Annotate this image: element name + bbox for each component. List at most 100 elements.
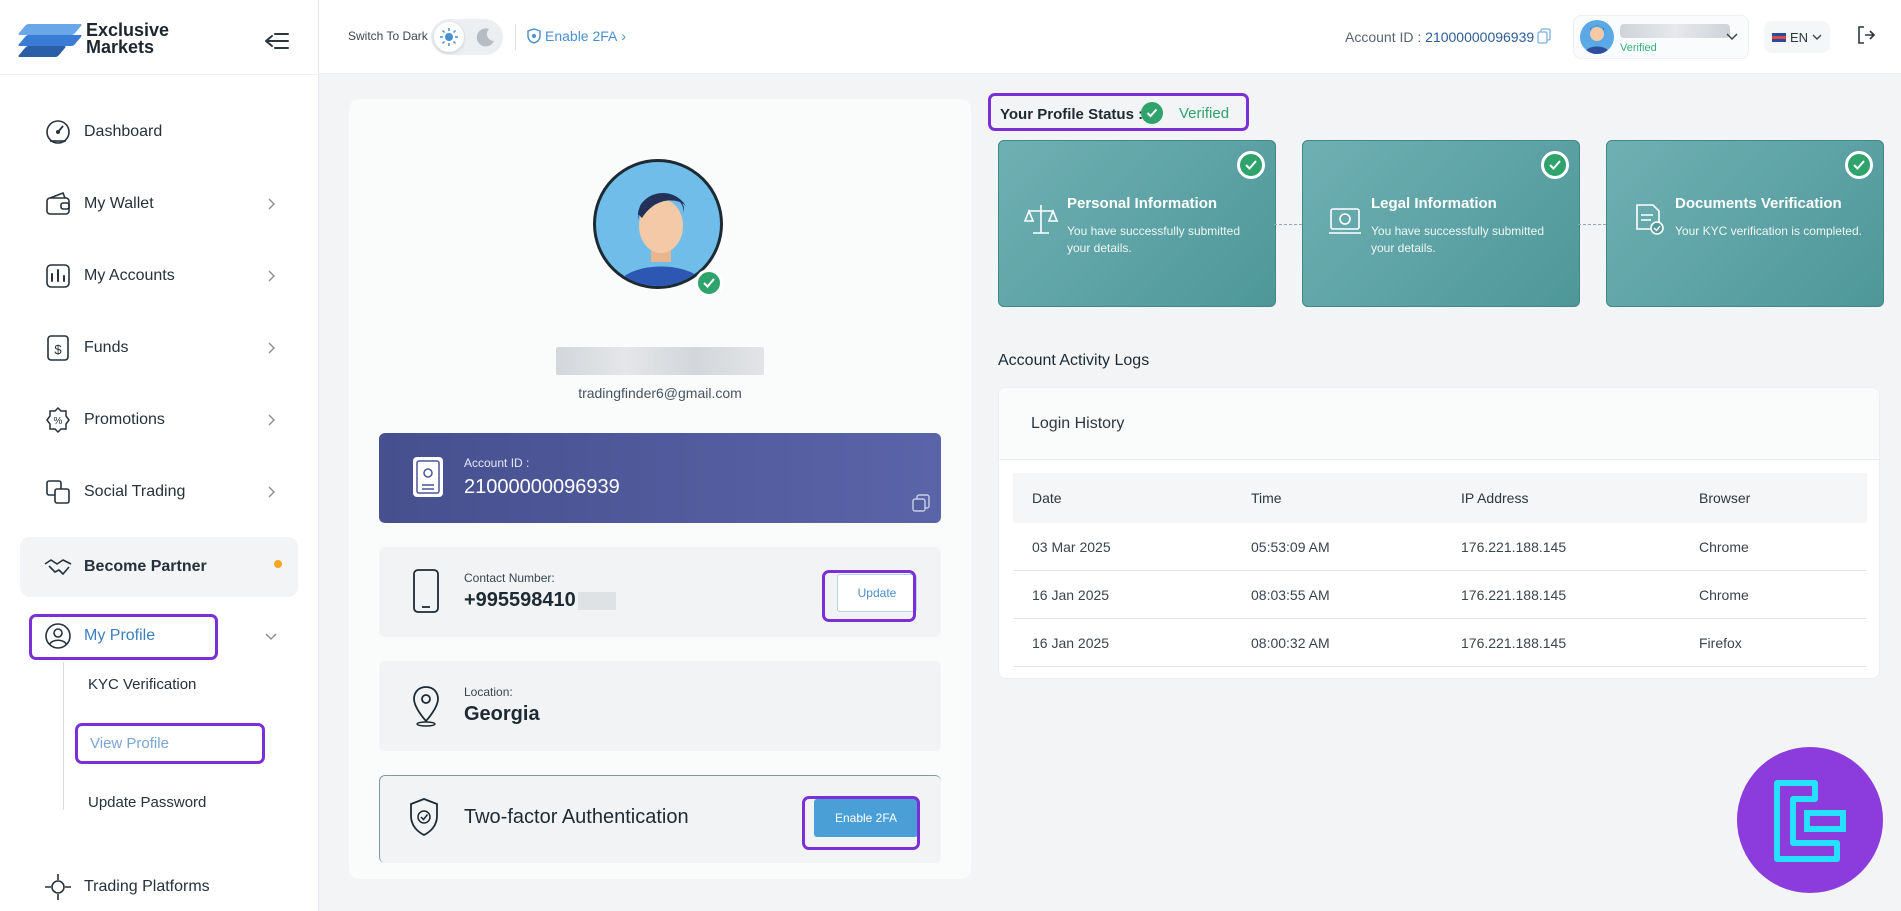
id-card-icon: [413, 457, 443, 497]
sidebar-divider: [0, 74, 319, 75]
logo-mark-icon: [17, 22, 83, 57]
document-check-icon: [1636, 204, 1664, 235]
brand-logo[interactable]: Exclusive Markets: [17, 21, 169, 57]
table-row: 03 Mar 2025 05:53:09 AM 176.221.188.145 …: [1013, 523, 1867, 571]
avatar: [1580, 20, 1614, 54]
language-value: EN: [1789, 29, 1809, 45]
sidebar-item-label: Become Partner: [84, 558, 207, 575]
cell-time: 08:00:32 AM: [1251, 635, 1330, 651]
contact-number-label: Contact Number:: [464, 571, 555, 585]
sidebar: Exclusive Markets Dashboard My Wallet My…: [0, 0, 319, 911]
sidebar-item-become-partner[interactable]: Become Partner: [20, 537, 298, 597]
step-check-icon: [1541, 151, 1569, 179]
uk-flag-icon: [1771, 32, 1786, 42]
sidebar-item-label: My Profile: [84, 627, 156, 644]
language-selector[interactable]: EN: [1764, 21, 1830, 53]
status-check-icon: [1141, 102, 1163, 124]
cell-ip: 176.221.188.145: [1461, 539, 1567, 555]
submenu-view-profile[interactable]: View Profile: [90, 735, 169, 752]
scales-icon: [1023, 205, 1059, 234]
topbar: Switch To Dark Enable 2FA › Account ID :…: [319, 0, 1901, 74]
location-pin-icon: [413, 686, 439, 727]
copy-icon[interactable]: [911, 493, 931, 513]
sidebar-item-label: Social Trading: [84, 483, 186, 500]
sidebar-item-dashboard[interactable]: Dashboard: [20, 105, 298, 159]
promotions-icon: %: [42, 404, 74, 436]
contact-number-card: Contact Number: +995598410 Update: [379, 547, 941, 637]
login-history-table: Date Time IP Address Browser 03 Mar 2025…: [1013, 473, 1867, 667]
theme-toggle[interactable]: [431, 19, 503, 55]
sidebar-item-label: My Accounts: [84, 267, 175, 284]
enable-2fa-link[interactable]: Enable 2FA ›: [527, 28, 626, 44]
submenu-update-password[interactable]: Update Password: [88, 794, 206, 811]
login-history-header: Login History: [999, 388, 1879, 460]
chevron-down-icon: [1812, 34, 1822, 40]
sidebar-item-trading-platforms[interactable]: Trading Platforms: [20, 860, 298, 911]
profile-status-label: Your Profile Status :: [1000, 106, 1144, 123]
cell-time: 05:53:09 AM: [1251, 539, 1330, 555]
step-desc: You have successfully submitted your det…: [1371, 224, 1544, 255]
account-id-card: Account ID : 21000000096939: [379, 433, 941, 523]
sidebar-item-funds[interactable]: $ Funds: [20, 321, 298, 375]
contact-number-redacted: [577, 591, 616, 610]
user-status: Verified: [1620, 42, 1657, 54]
topbar-account-id-value: 21000000096939: [1425, 29, 1535, 45]
cell-browser: Chrome: [1699, 539, 1749, 555]
user-circle-icon: [42, 620, 74, 652]
update-contact-button[interactable]: Update: [837, 574, 917, 612]
profile-email: tradingfinder6@gmail.com: [578, 385, 742, 401]
contact-number-text: +995598410: [464, 589, 576, 611]
topbar-account-id-label: Account ID :: [1345, 29, 1422, 45]
login-history-title: Login History: [1031, 415, 1125, 432]
sidebar-item-label: My Wallet: [84, 195, 154, 212]
contact-number-value: +995598410: [464, 589, 616, 612]
sidebar-item-social-trading[interactable]: Social Trading: [20, 465, 298, 519]
table-header-row: Date Time IP Address Browser: [1013, 473, 1867, 523]
watermark-logo: [1737, 747, 1883, 893]
copy-icon[interactable]: [1537, 28, 1551, 44]
shield-icon: [527, 28, 541, 44]
step-title: Documents Verification: [1675, 195, 1842, 212]
table-row: 16 Jan 2025 08:03:55 AM 176.221.188.145 …: [1013, 571, 1867, 619]
location-label: Location:: [464, 685, 513, 699]
profile-status-value: Verified: [1179, 105, 1230, 122]
topbar-account-id: Account ID : 21000000096939: [1345, 29, 1534, 45]
column-header: Time: [1251, 490, 1282, 506]
sidebar-item-promotions[interactable]: % Promotions: [20, 393, 298, 447]
switch-dark-label: Switch To Dark: [348, 29, 428, 43]
sidebar-item-label: Dashboard: [84, 123, 163, 140]
user-name-redacted: [1620, 24, 1730, 38]
logout-icon[interactable]: [1855, 24, 1877, 46]
topbar-separator: [515, 24, 516, 50]
funds-icon: $: [42, 332, 74, 364]
enable-2fa-button[interactable]: Enable 2FA: [814, 799, 918, 837]
moon-icon: [476, 28, 494, 47]
accounts-icon: [42, 260, 74, 292]
brand-name-line2: Markets: [86, 37, 155, 57]
verified-check-icon: [695, 269, 723, 297]
step-check-icon: [1237, 151, 1265, 179]
sidebar-item-my-accounts[interactable]: My Accounts: [20, 249, 298, 303]
step-desc: You have successfully submitted your det…: [1067, 224, 1240, 255]
sidebar-item-my-wallet[interactable]: My Wallet: [20, 177, 298, 231]
platform-icon: [42, 871, 74, 903]
sidebar-item-my-profile[interactable]: My Profile: [20, 609, 298, 663]
cell-ip: 176.221.188.145: [1461, 635, 1567, 651]
collapse-menu-icon[interactable]: [263, 30, 291, 52]
svg-text:%: %: [54, 416, 63, 427]
wallet-icon: [42, 188, 74, 220]
chevron-down-icon: [1726, 33, 1738, 41]
location-value: Georgia: [464, 703, 540, 725]
submenu-kyc-verification[interactable]: KYC Verification: [88, 676, 196, 693]
step-documents-verification: Documents Verification Your KYC verifica…: [1606, 140, 1884, 307]
chevron-right-icon: [266, 484, 276, 500]
user-menu[interactable]: Verified: [1573, 15, 1749, 59]
account-id-value: 21000000096939: [464, 476, 620, 498]
cell-date: 16 Jan 2025: [1032, 635, 1110, 651]
phone-icon: [413, 569, 439, 613]
step-connector: [1578, 224, 1606, 225]
step-legal-information: Legal Information You have successfully …: [1302, 140, 1580, 307]
cell-date: 16 Jan 2025: [1032, 587, 1110, 603]
enable-2fa-link-label: Enable 2FA: [545, 28, 618, 44]
chevron-right-icon: [266, 340, 276, 356]
